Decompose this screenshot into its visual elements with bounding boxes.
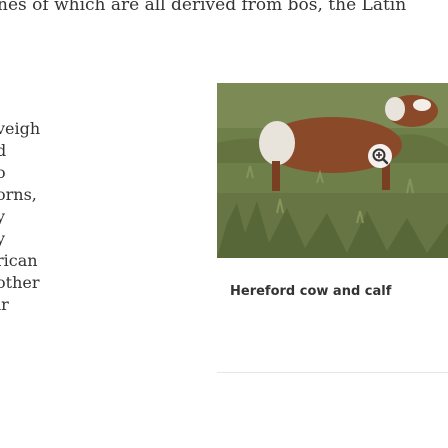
- magnify-plus-icon[interactable]: [367, 143, 393, 169]
- cow-calf-photo[interactable]: [217, 83, 448, 258]
- body-line: orns,: [0, 185, 37, 204]
- body-line: veigh: [0, 119, 40, 138]
- article-top-text: nes of which are all derived from bos, t…: [0, 0, 448, 26]
- caption-text: Hereford cow and calf: [230, 284, 392, 299]
- article-body-column: veigh d o orns, y y rican other ir: [0, 118, 40, 316]
- body-line: rican: [0, 251, 38, 270]
- body-line: o: [0, 163, 6, 182]
- photo-illustration: [217, 83, 448, 258]
- figure-caption: Hereford cow and calf: [217, 284, 448, 299]
- figure-divider: [217, 372, 448, 373]
- body-line: y: [0, 207, 6, 226]
- article-top-line: nes of which are all derived from bos, t…: [0, 0, 407, 15]
- body-line: other: [0, 273, 40, 292]
- body-line: y: [0, 229, 6, 248]
- body-line: d: [0, 141, 7, 160]
- body-line: ir: [0, 295, 9, 314]
